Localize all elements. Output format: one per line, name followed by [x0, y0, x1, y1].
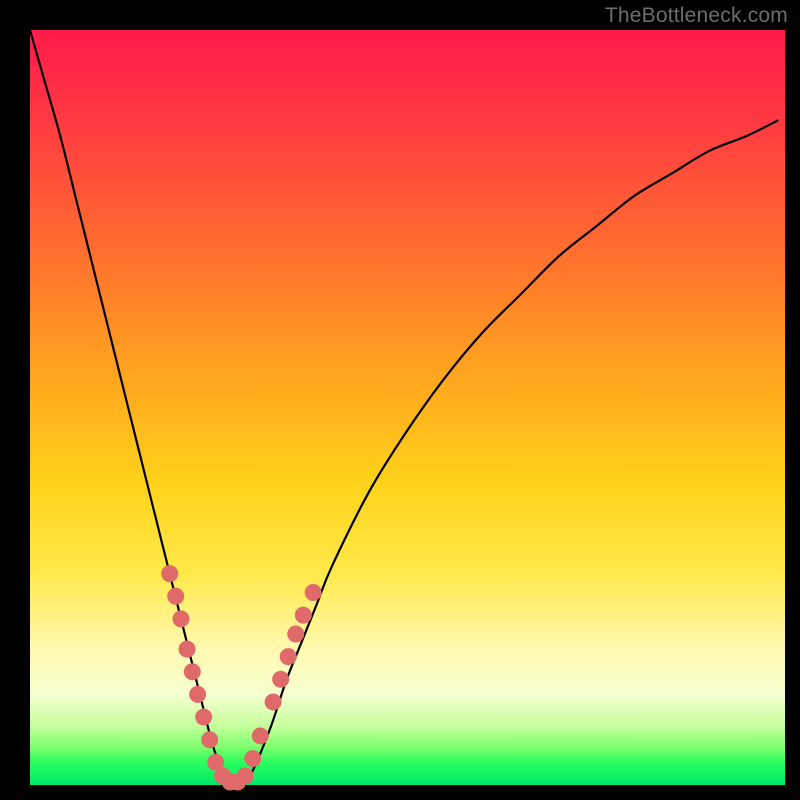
curve-marker [161, 565, 178, 582]
curve-marker [272, 671, 289, 688]
curve-marker [237, 767, 254, 784]
curve-marker [295, 607, 312, 624]
curve-marker [167, 588, 184, 605]
curve-marker [184, 663, 201, 680]
bottleneck-curve [30, 30, 777, 786]
curve-marker [305, 584, 322, 601]
watermark-label: TheBottleneck.com [605, 4, 788, 28]
curve-svg [30, 30, 785, 785]
curve-marker [179, 641, 196, 658]
marker-group [161, 565, 321, 790]
curve-marker [201, 731, 218, 748]
curve-marker [244, 750, 261, 767]
curve-marker [280, 648, 297, 665]
curve-marker [195, 709, 212, 726]
plot-area [30, 30, 785, 785]
curve-marker [189, 686, 206, 703]
chart-stage: TheBottleneck.com [0, 0, 800, 800]
curve-marker [287, 626, 304, 643]
curve-marker [252, 727, 269, 744]
curve-marker [265, 693, 282, 710]
curve-marker [173, 610, 190, 627]
